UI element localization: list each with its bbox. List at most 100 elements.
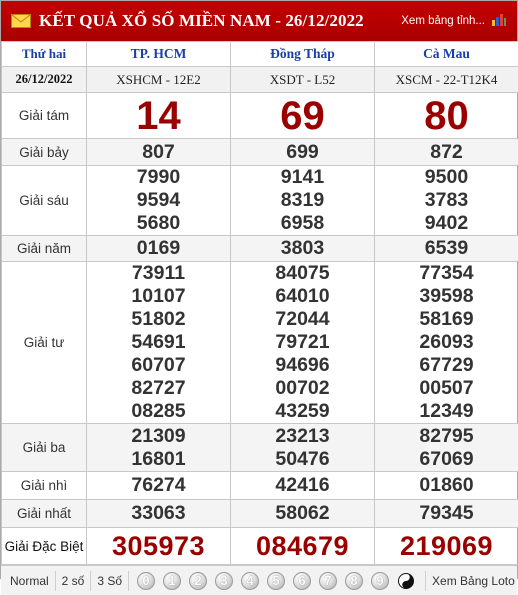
prize-number: 58169: [375, 308, 518, 331]
digit-1-button[interactable]: 1: [163, 572, 181, 590]
prize-number: 7990: [87, 166, 230, 189]
prize-number: 76274: [87, 474, 230, 497]
prize-cell: 872: [375, 139, 518, 166]
prize-number: 26093: [375, 331, 518, 354]
digit-0-button[interactable]: 0: [137, 572, 155, 590]
prize-cell: 58062: [231, 500, 375, 528]
view-loto-table-link[interactable]: Xem Bảng Loto: [425, 571, 515, 591]
prize-row-g7: Giải bảy 807 699 872: [2, 139, 518, 166]
prize-number: 60707: [87, 354, 230, 377]
prize-number: 21309: [87, 425, 230, 448]
prize-number: 699: [231, 141, 374, 164]
special-prize-number: 219069: [375, 529, 518, 563]
prize-number: 9594: [87, 189, 230, 212]
prize-number: 42416: [231, 474, 374, 497]
prize-label: Giải tư: [2, 262, 87, 424]
digit-8-button[interactable]: 8: [345, 572, 363, 590]
prize-number: 3803: [231, 237, 374, 260]
prize-number: 23213: [231, 425, 374, 448]
prize-number: 67069: [375, 448, 518, 471]
prize-cell: 7990 9594 5680: [87, 166, 231, 236]
digit-2-button[interactable]: 2: [189, 572, 207, 590]
prize-label: Giải năm: [2, 236, 87, 262]
prize-label: Giải tám: [2, 93, 87, 139]
prize-number: 807: [87, 141, 230, 164]
prize-cell: 77354 39598 58169 26093 67729 00507 1234…: [375, 262, 518, 424]
province-name-hcm[interactable]: TP. HCM: [87, 42, 231, 67]
prize-cell: 9500 3783 9402: [375, 166, 518, 236]
prize-number: 01860: [375, 474, 518, 497]
prize-cell: 84075 64010 72044 79721 94696 00702 4325…: [231, 262, 375, 424]
prize-number: 00702: [231, 377, 374, 400]
prize-cell: 42416: [231, 472, 375, 500]
prize-cell: 699: [231, 139, 375, 166]
prize-row-g4: Giải tư 73911 10107 51802 54691 60707 82…: [2, 262, 518, 424]
prize-number: 12349: [375, 400, 518, 423]
yin-yang-icon[interactable]: [397, 572, 415, 590]
prize-cell: 80: [375, 93, 518, 139]
prize-number: 9402: [375, 212, 518, 235]
digit-6-button[interactable]: 6: [293, 572, 311, 590]
prize-number: 50476: [231, 448, 374, 471]
digit-4-button[interactable]: 4: [241, 572, 259, 590]
prize-number: 6539: [375, 237, 518, 260]
prize-number: 72044: [231, 308, 374, 331]
view-provinces-link[interactable]: Xem bảng tỉnh...: [401, 15, 485, 27]
prize-number: 00507: [375, 377, 518, 400]
prize-cell: 69: [231, 93, 375, 139]
prize-label: Giải nhì: [2, 472, 87, 500]
prize-row-g6: Giải sáu 7990 9594 5680 9141 8319 6958 9…: [2, 166, 518, 236]
prize-row-g8: Giải tám 14 69 80: [2, 93, 518, 139]
draw-code-dong-thap: XSDT - L52: [231, 67, 375, 93]
prize-row-special: Giải Đặc Biệt 305973 084679 219069: [2, 528, 518, 565]
results-table: Thứ hai TP. HCM Đồng Tháp Cà Mau 26/12/2…: [1, 41, 518, 565]
prize-label: Giải ba: [2, 424, 87, 472]
digit-5-button[interactable]: 5: [267, 572, 285, 590]
prize-number: 08285: [87, 400, 230, 423]
prize-number: 5680: [87, 212, 230, 235]
prize-number: 6958: [231, 212, 374, 235]
prize-number: 3783: [375, 189, 518, 212]
prize-cell: 21309 16801: [87, 424, 231, 472]
prize-label: Giải bảy: [2, 139, 87, 166]
prize-cell: 305973: [87, 528, 231, 565]
prize-number: 54691: [87, 331, 230, 354]
prize-number: 872: [375, 141, 518, 164]
prize-cell: 82795 67069: [375, 424, 518, 472]
prize-cell: 9141 8319 6958: [231, 166, 375, 236]
prize-cell: 23213 50476: [231, 424, 375, 472]
prize-cell: 6539: [375, 236, 518, 262]
results-panel: KẾT QUẢ XỔ SỐ MIỀN NAM - 26/12/2022 Xem …: [0, 0, 518, 579]
prize-number: 77354: [375, 262, 518, 285]
prize-number: 82795: [375, 425, 518, 448]
prize-number: 8319: [231, 189, 374, 212]
digit-3-button[interactable]: 3: [215, 572, 233, 590]
prize-cell: 14: [87, 93, 231, 139]
prize-cell: 33063: [87, 500, 231, 528]
prize-cell: 0169: [87, 236, 231, 262]
digit-9-button[interactable]: 9: [371, 572, 389, 590]
prize-number: 69: [231, 94, 374, 138]
prize-number: 9500: [375, 166, 518, 189]
bar-chart-icon[interactable]: [491, 12, 507, 26]
prize-row-g2: Giải nhì 76274 42416 01860: [2, 472, 518, 500]
prize-number: 9141: [231, 166, 374, 189]
digit-filter: 0 1 2 3 4 5 6 7 8 9: [137, 572, 423, 590]
draw-code-hcm: XSHCM - 12E2: [87, 67, 231, 93]
day-label: Thứ hai: [2, 42, 87, 67]
digit-7-button[interactable]: 7: [319, 572, 337, 590]
prize-cell: 01860: [375, 472, 518, 500]
header-bar: KẾT QUẢ XỔ SỐ MIỀN NAM - 26/12/2022 Xem …: [1, 1, 517, 41]
footer-toolbar: Normal 2 số 3 Số 0 1 2 3 4 5 6 7 8 9 Xem…: [1, 565, 517, 595]
mode-normal-button[interactable]: Normal: [1, 571, 56, 591]
prize-number: 33063: [87, 502, 230, 525]
mode-3-digits-button[interactable]: 3 Số: [91, 571, 129, 591]
prize-number: 84075: [231, 262, 374, 285]
prize-cell: 084679: [231, 528, 375, 565]
province-name-ca-mau[interactable]: Cà Mau: [375, 42, 518, 67]
mode-2-digits-button[interactable]: 2 số: [56, 571, 92, 591]
province-name-dong-thap[interactable]: Đồng Tháp: [231, 42, 375, 67]
prize-row-g5: Giải năm 0169 3803 6539: [2, 236, 518, 262]
prize-row-g3: Giải ba 21309 16801 23213 50476 82795 67…: [2, 424, 518, 472]
draw-code-ca-mau: XSCM - 22-T12K4: [375, 67, 518, 93]
